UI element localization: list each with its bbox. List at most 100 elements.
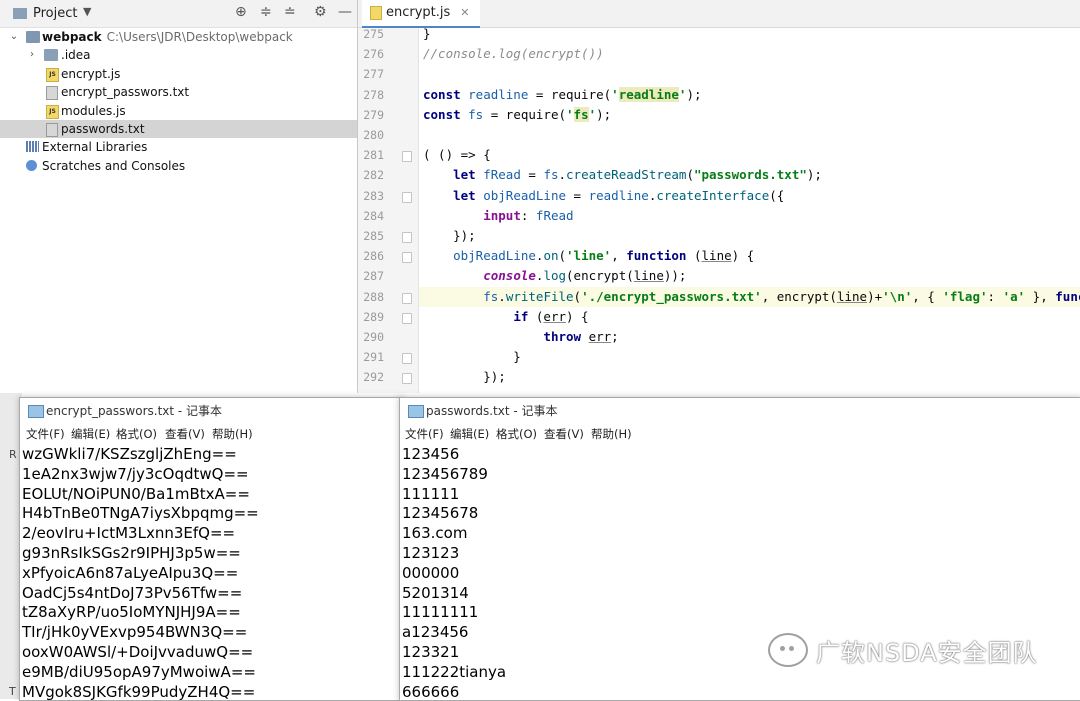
code-line[interactable]: fs.writeFile('./encrypt_passwors.txt', e… — [419, 286, 1080, 307]
notepad-window-encrypted[interactable]: encrypt_passwors.txt - 记事本 文件(F) 编辑(E) 格… — [19, 397, 404, 701]
window-title: passwords.txt - 记事本 — [426, 404, 558, 418]
tree-item[interactable]: JS encrypt.js — [0, 65, 357, 83]
library-icon — [26, 141, 39, 153]
tree-item-label: encrypt.js — [61, 66, 121, 81]
tree-item[interactable]: passwords.txt — [0, 120, 357, 138]
fold-marker-icon[interactable] — [402, 312, 412, 324]
chevron-right-icon[interactable]: › — [26, 46, 38, 64]
fold-marker-icon[interactable] — [402, 373, 412, 385]
code-line[interactable]: objReadLine.on('line', function (line) { — [419, 246, 1080, 266]
code-token: ); — [686, 86, 702, 102]
code-token: ' — [588, 106, 597, 122]
code-token: : — [987, 288, 1003, 304]
code-line[interactable]: ( () => { — [419, 145, 1080, 165]
code-token: }); — [423, 369, 506, 385]
text-line: 163.com — [402, 524, 468, 543]
tree-item[interactable]: JS modules.js — [0, 102, 357, 120]
text-area[interactable]: wzGWkli7/KSZszgljZhEng== 1eA2nx3wjw7/jy3c… — [20, 444, 403, 700]
code-line[interactable]: } — [419, 347, 1080, 367]
code-token: throw — [543, 329, 589, 344]
menu-edit[interactable]: 编辑(E) — [450, 424, 489, 444]
tree-item-label: modules.js — [61, 103, 126, 118]
tree-item[interactable]: › .idea — [0, 46, 357, 64]
tree-item[interactable]: External Libraries — [0, 138, 357, 156]
menu-format[interactable]: 格式(O) — [496, 424, 537, 444]
code-token: fs — [573, 106, 589, 122]
fold-marker-icon[interactable] — [402, 353, 412, 365]
menu-file[interactable]: 文件(F) — [26, 424, 65, 444]
code-token: fs — [468, 106, 484, 122]
fold-marker-icon[interactable] — [402, 191, 412, 203]
code-line[interactable]: const readline = require('readline'); — [419, 85, 1080, 105]
tab-encrypt-js[interactable]: encrypt.js ✕ — [362, 0, 480, 29]
menu-help[interactable]: 帮助(H) — [591, 424, 632, 444]
line-number: 288 — [363, 289, 384, 304]
text-line: 2/eovIru+IctM3Lxnn3EfQ== — [22, 524, 236, 543]
code-line[interactable]: let fRead = fs.createReadStream("passwor… — [419, 165, 1080, 185]
code-token: log — [543, 268, 567, 284]
code-token: }, — [1025, 288, 1056, 304]
code-line[interactable]: }); — [419, 367, 1080, 387]
code-line[interactable]: } — [419, 28, 1080, 44]
code-line[interactable]: //console.log(encrypt()) — [419, 44, 1080, 64]
code-token: line — [633, 268, 664, 284]
code-token: 'flag' — [942, 288, 988, 304]
menu-edit[interactable]: 编辑(E) — [71, 424, 110, 444]
watermark: 广软NSDA安全团队 — [768, 630, 1038, 670]
fold-marker-icon[interactable] — [402, 232, 412, 243]
locate-file-icon[interactable]: ⊕ — [235, 4, 247, 20]
code-token: on — [543, 248, 559, 264]
menu-bar: 文件(F) 编辑(E) 格式(O) 查看(V) 帮助(H) — [20, 424, 403, 444]
line-number: 290 — [363, 330, 384, 344]
code-token: = require( — [483, 106, 567, 122]
line-number: 276 — [363, 47, 384, 62]
text-line: wzGWkli7/KSZszgljZhEng== — [22, 445, 237, 463]
menu-view[interactable]: 查看(V) — [544, 424, 584, 444]
code-line[interactable]: let objReadLine = readline.createInterfa… — [419, 186, 1080, 206]
code-line[interactable]: console.log(encrypt(line)); — [419, 266, 1080, 286]
menu-view[interactable]: 查看(V) — [165, 424, 205, 444]
scratch-icon — [26, 159, 37, 171]
window-title-bar[interactable]: encrypt_passwors.txt - 记事本 — [20, 398, 403, 424]
minimize-icon[interactable]: — — [338, 4, 352, 20]
code-line[interactable]: if (err) { — [419, 307, 1080, 327]
code-line[interactable]: }); — [419, 226, 1080, 246]
code-line[interactable]: throw err; — [419, 327, 1080, 347]
tree-item[interactable]: encrypt_passwors.txt — [0, 83, 357, 101]
fold-marker-icon[interactable] — [402, 252, 412, 264]
code-token: const — [423, 86, 469, 102]
code-editor[interactable]: } //console.log(encrypt()) const readline … — [419, 28, 1080, 393]
chevron-down-icon[interactable]: ⌄ — [8, 28, 20, 46]
menu-format[interactable]: 格式(O) — [116, 424, 157, 444]
text-line: xPfyoicA6n87aLyeAIpu3Q== — [22, 563, 239, 582]
code-line[interactable] — [419, 64, 1080, 84]
chevron-down-icon[interactable]: ▼ — [83, 5, 91, 18]
menu-file[interactable]: 文件(F) — [405, 424, 444, 444]
code-token: )); — [663, 268, 687, 284]
expand-all-icon[interactable]: ≑ — [260, 4, 272, 20]
gear-icon[interactable]: ⚙ — [314, 4, 327, 20]
close-icon[interactable]: ✕ — [460, 0, 469, 26]
tree-item[interactable]: ⌄ webpack C:\Users\JDR\Desktop\webpack — [0, 28, 357, 46]
code-token: if — [513, 308, 536, 324]
code-token: ( — [693, 248, 702, 264]
window-title-bar[interactable]: passwords.txt - 记事本 — [400, 398, 1080, 424]
tree-item[interactable]: Scratches and Consoles — [0, 157, 357, 175]
code-token: line — [836, 288, 868, 304]
project-view-selector[interactable]: Project — [33, 6, 77, 21]
text-file-icon — [46, 86, 58, 101]
code-line[interactable]: const fs = require('fs'); — [419, 105, 1080, 125]
menu-help[interactable]: 帮助(H) — [212, 424, 253, 444]
code-token: ( — [686, 167, 694, 183]
code-token: ( — [558, 248, 567, 264]
fold-marker-icon[interactable] — [402, 292, 412, 304]
collapse-all-icon[interactable]: ≐ — [284, 4, 296, 20]
fold-marker-icon[interactable] — [402, 151, 412, 163]
code-token: const — [423, 106, 469, 122]
code-line[interactable] — [419, 125, 1080, 145]
code-line[interactable]: input: fRead — [419, 206, 1080, 226]
line-number: 286 — [363, 249, 384, 264]
code-token: err — [543, 308, 566, 324]
code-token: objReadLine — [483, 187, 567, 203]
line-number: 280 — [363, 128, 384, 142]
